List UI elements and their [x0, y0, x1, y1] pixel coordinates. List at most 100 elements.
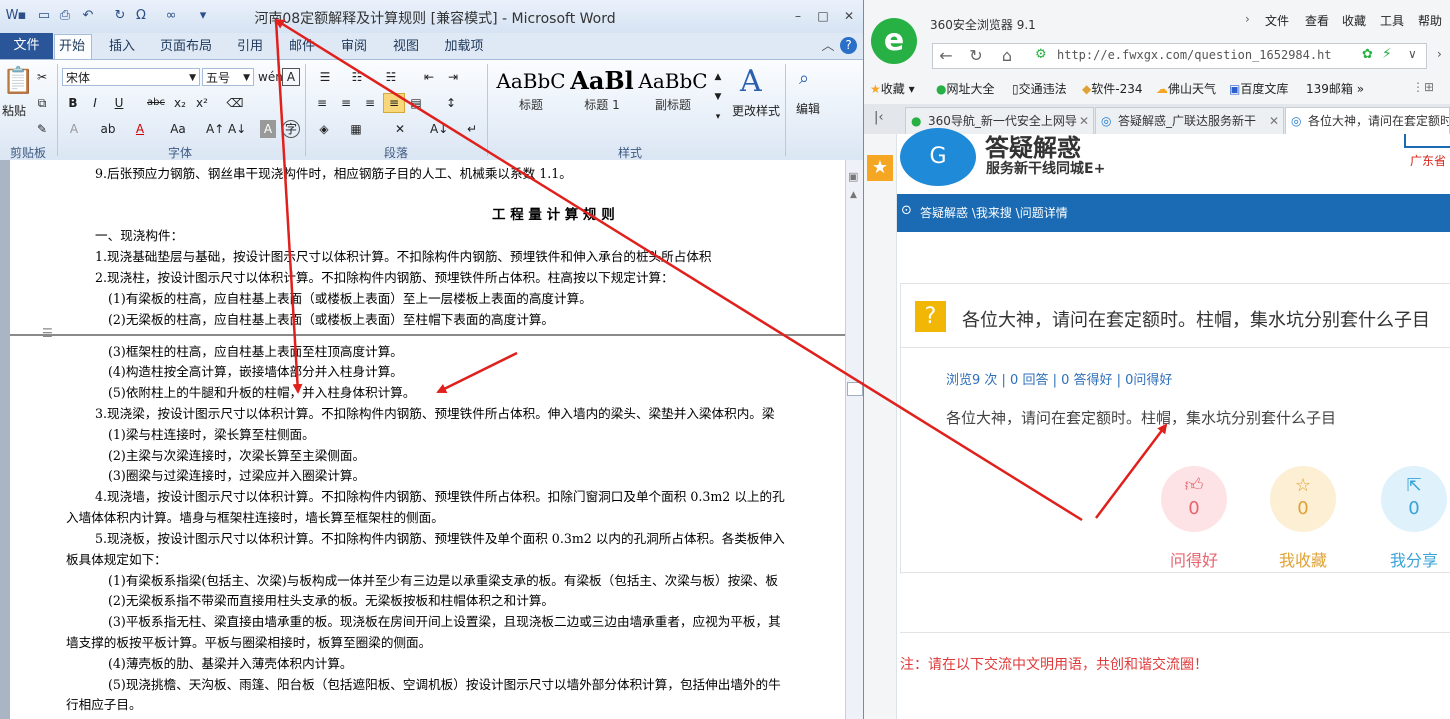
copy-icon[interactable]: ⧉ [34, 94, 50, 112]
menu-tools[interactable]: 工具 [1380, 12, 1404, 29]
tab-page-layout[interactable]: 页面布局 [158, 37, 214, 57]
styles-scroll-down-icon[interactable]: ▼ [711, 88, 725, 106]
menu-help[interactable]: 帮助 [1418, 12, 1442, 29]
scroll-up-icon[interactable]: ▲ [850, 190, 857, 200]
highlight-icon[interactable]: ab [96, 120, 120, 138]
home-icon[interactable]: ⌂ [997, 46, 1017, 65]
char-border-icon[interactable]: A [282, 68, 300, 86]
tab-view[interactable]: 视图 [390, 37, 422, 57]
tab-addins[interactable]: 加载项 [442, 37, 486, 57]
clear-format-icon[interactable]: ⌫ [226, 94, 244, 112]
sort-icon[interactable]: A↓ [430, 120, 448, 138]
font-size-combo[interactable]: 五号 ▼ [202, 68, 254, 86]
shading-icon[interactable]: ◈ [314, 120, 334, 138]
favorite-button[interactable]: ☆ 0 [1270, 466, 1336, 532]
tab-references[interactable]: 引用 [234, 37, 266, 57]
decrease-indent-icon[interactable]: ⇤ [420, 68, 438, 86]
favorite-label[interactable]: 我收藏 [1258, 547, 1348, 571]
maximize-button[interactable]: □ [812, 8, 834, 24]
paste-label[interactable]: 粘贴 [2, 102, 26, 119]
edit-label[interactable]: 编辑 [796, 100, 820, 117]
browser-logo-icon[interactable]: e [871, 18, 917, 64]
browser-tab[interactable]: ◎ 答疑解惑_广联达服务新干 ✕ [1095, 107, 1284, 134]
url-text[interactable]: http://e.fwxgx.com/question_1652984.ht [1057, 48, 1332, 62]
ruler-toggle-icon[interactable]: ▣ [848, 170, 858, 183]
site-logo-icon[interactable]: G [900, 128, 976, 186]
bullets-icon[interactable]: ☰ [314, 68, 336, 86]
style-subtitle[interactable]: AaBbC 副标题 [638, 66, 708, 118]
infinity-icon[interactable]: ∞ [163, 8, 179, 24]
like-label[interactable]: 问得好 [1149, 547, 1239, 571]
change-case-icon[interactable]: Aa [166, 120, 190, 138]
italic-icon[interactable]: I [88, 94, 102, 112]
style-title[interactable]: AaBbC 标题 [496, 66, 566, 118]
back-icon[interactable]: ← [936, 46, 956, 65]
styles-scroll-up-icon[interactable]: ▲ [711, 68, 725, 86]
close-button[interactable]: ✕ [838, 8, 860, 24]
close-icon[interactable]: ✕ [1269, 108, 1279, 134]
speed-mode-icon[interactable]: ✿ [1362, 47, 1373, 62]
bookmark-traffic[interactable]: ▯交通违法 [1012, 80, 1067, 97]
browser-tab-active[interactable]: ◎ 各位大神，请问在套定额时 [1285, 107, 1450, 134]
tab-list-icon[interactable]: |‹ [874, 110, 884, 125]
bold-icon[interactable]: B [66, 94, 80, 112]
share-label[interactable]: 我分享 [1369, 547, 1450, 571]
site-region[interactable]: 广东省 [1410, 152, 1446, 169]
tab-file[interactable]: 文件 [0, 33, 53, 59]
distributed-icon[interactable]: ▤ [408, 94, 424, 112]
borders-icon[interactable]: ▦ [346, 120, 366, 138]
breadcrumb[interactable]: 答疑解惑 \我来搜 \问题详情 [920, 204, 1068, 221]
lightning-icon[interactable]: ⚡ [1382, 46, 1392, 62]
style-heading-1[interactable]: AaBl 标题 1 [567, 66, 637, 118]
refresh-icon[interactable]: ↻ [966, 46, 986, 65]
bookmark-menu-icon[interactable]: ⋮⊞ [1412, 80, 1434, 94]
bookmark-url-directory[interactable]: ●网址大全 [936, 80, 995, 97]
enclosed-char-icon[interactable]: 字 [282, 120, 300, 138]
symbol-icon[interactable]: Ω [133, 8, 149, 24]
align-center-icon[interactable]: ≡ [338, 94, 354, 112]
align-left-icon[interactable]: ≡ [314, 94, 330, 112]
text-effect-icon[interactable]: A [66, 120, 82, 138]
bookmark-favorites[interactable]: ★收藏 ▾ [870, 80, 915, 97]
tab-mailings[interactable]: 邮件 [286, 37, 318, 57]
numbering-icon[interactable]: ☷ [346, 68, 368, 86]
menu-file[interactable]: 文件 [1265, 12, 1289, 29]
font-color-icon[interactable]: A [132, 120, 148, 138]
redo-icon[interactable]: ↻ [112, 8, 128, 24]
like-button[interactable]: 👍︎ 0 [1161, 466, 1227, 532]
favorites-star-icon[interactable]: ★ [867, 155, 893, 181]
multilevel-list-icon[interactable]: ☵ [380, 68, 402, 86]
phonetic-guide-icon[interactable]: wén [258, 68, 283, 86]
change-styles-icon[interactable]: A [740, 64, 762, 99]
superscript-icon[interactable]: x² [194, 94, 210, 112]
open-folder-icon[interactable]: ▭ [36, 8, 52, 24]
menu-view[interactable]: 查看 [1305, 12, 1329, 29]
tab-home[interactable]: 开始 [56, 37, 88, 57]
minimize-button[interactable]: – [787, 8, 809, 24]
menu-favorites[interactable]: 收藏 [1342, 12, 1366, 29]
paste-icon[interactable]: 📋 [2, 66, 34, 96]
change-styles-label[interactable]: 更改样式 [732, 102, 780, 119]
justify-icon[interactable]: ≡ [383, 93, 405, 113]
bookmark-software[interactable]: ◆软件-234 [1082, 80, 1142, 97]
undo-icon[interactable]: ↶ [80, 8, 96, 24]
char-shading-icon[interactable]: A [260, 120, 276, 138]
bookmark-139mail[interactable]: 139邮箱 » [1306, 80, 1364, 97]
line-spacing-icon[interactable]: ↕ [440, 94, 462, 112]
find-binoculars-icon[interactable]: ⌕ [799, 68, 809, 89]
collapse-ribbon-icon[interactable]: ︿ [820, 37, 836, 57]
bookmark-weather[interactable]: ☁佛山天气 [1156, 80, 1216, 97]
address-next-icon[interactable]: › [1437, 47, 1442, 61]
show-marks-icon[interactable]: ↵ [464, 120, 480, 138]
share-button[interactable]: ⇱ 0 [1381, 466, 1447, 532]
chinese-layout-icon[interactable]: ✕ [390, 120, 410, 138]
address-dropdown-icon[interactable]: ∨ [1408, 47, 1417, 61]
bookmark-baidu-wenku[interactable]: ▣百度文库 [1229, 80, 1288, 97]
strikethrough-icon[interactable]: abc [144, 94, 168, 112]
tab-review[interactable]: 审阅 [338, 37, 370, 57]
align-right-icon[interactable]: ≡ [362, 94, 378, 112]
format-painter-icon[interactable]: ✎ [34, 120, 50, 138]
menu-chevron-icon[interactable]: › [1245, 12, 1250, 26]
increase-indent-icon[interactable]: ⇥ [444, 68, 462, 86]
save-icon[interactable]: ▪ [14, 8, 30, 24]
